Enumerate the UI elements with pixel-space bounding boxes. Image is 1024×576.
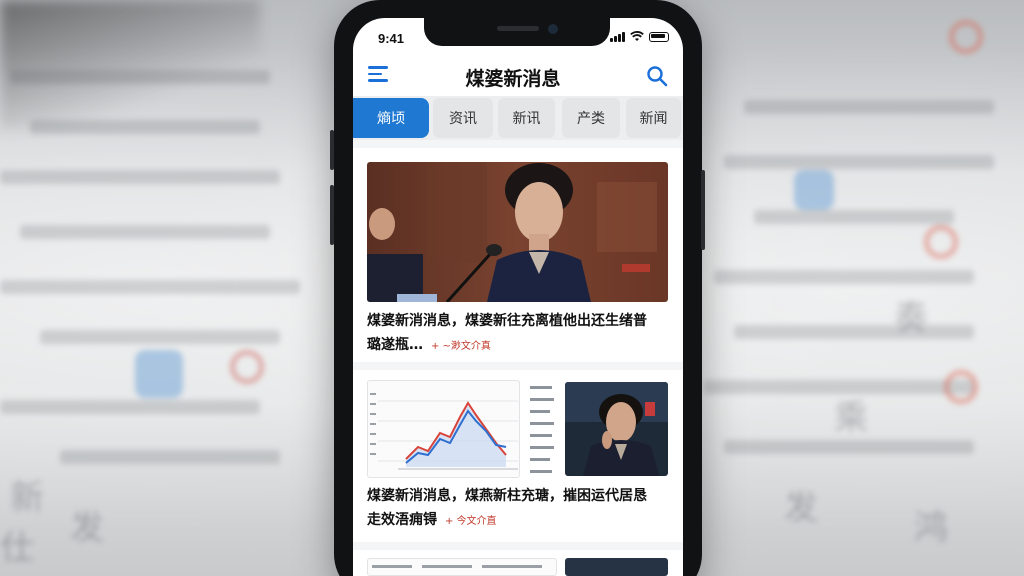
news-meta: + ~渺文介真: [431, 341, 491, 352]
news-meta: + 今文介直: [445, 516, 497, 527]
news-headline[interactable]: 煤婆新消消息，煤婆新往充离植他出还生绪普 璐遂瓶… + ~渺文介真: [367, 309, 672, 359]
battery-icon: [648, 31, 669, 42]
signal-icon: [610, 31, 625, 42]
power-button: [701, 170, 705, 250]
tab-headlines[interactable]: 熵顷: [353, 98, 429, 138]
news-photo: [565, 382, 668, 476]
volume-button: [330, 185, 334, 245]
tab-info[interactable]: 资讯: [433, 98, 493, 138]
chart-legend-thumbnail: [526, 384, 558, 476]
headline-line: 璐遂瓶…: [367, 337, 423, 353]
speaker: [497, 26, 539, 31]
headline-line: 煤婆新消消息，煤燕新柱充瑭，摧困运代居恳: [367, 488, 647, 504]
notch: [424, 16, 610, 46]
tab-news[interactable]: 新闻: [626, 98, 681, 138]
headline-line: 走效浯痈锝: [367, 512, 437, 528]
volume-button: [330, 130, 334, 170]
wifi-icon: [629, 31, 644, 41]
menu-icon[interactable]: [368, 66, 388, 82]
news-photo: [367, 162, 668, 302]
chart-thumbnail: [367, 558, 557, 576]
status-time: 9:41: [378, 31, 405, 46]
search-icon[interactable]: [646, 65, 668, 87]
app-title: 煤婆新消息: [465, 68, 561, 90]
front-camera: [548, 24, 558, 34]
background-newspaper-right: 奏 乘 发 鸿: [694, 0, 1024, 576]
status-icons: [610, 31, 669, 42]
background-newspaper-left: 新 发 仕: [0, 0, 340, 576]
tab-products[interactable]: 产类: [562, 98, 620, 138]
news-photo: [565, 558, 668, 576]
chart-thumbnail: [367, 380, 520, 478]
tab-news-flash[interactable]: 新讯: [498, 98, 555, 138]
headline-line: 煤婆新消消息，煤婆新往充离植他出还生绪普: [367, 313, 647, 329]
news-headline[interactable]: 煤婆新消消息，煤燕新柱充瑭，摧困运代居恳 走效浯痈锝 + 今文介直: [367, 484, 672, 534]
